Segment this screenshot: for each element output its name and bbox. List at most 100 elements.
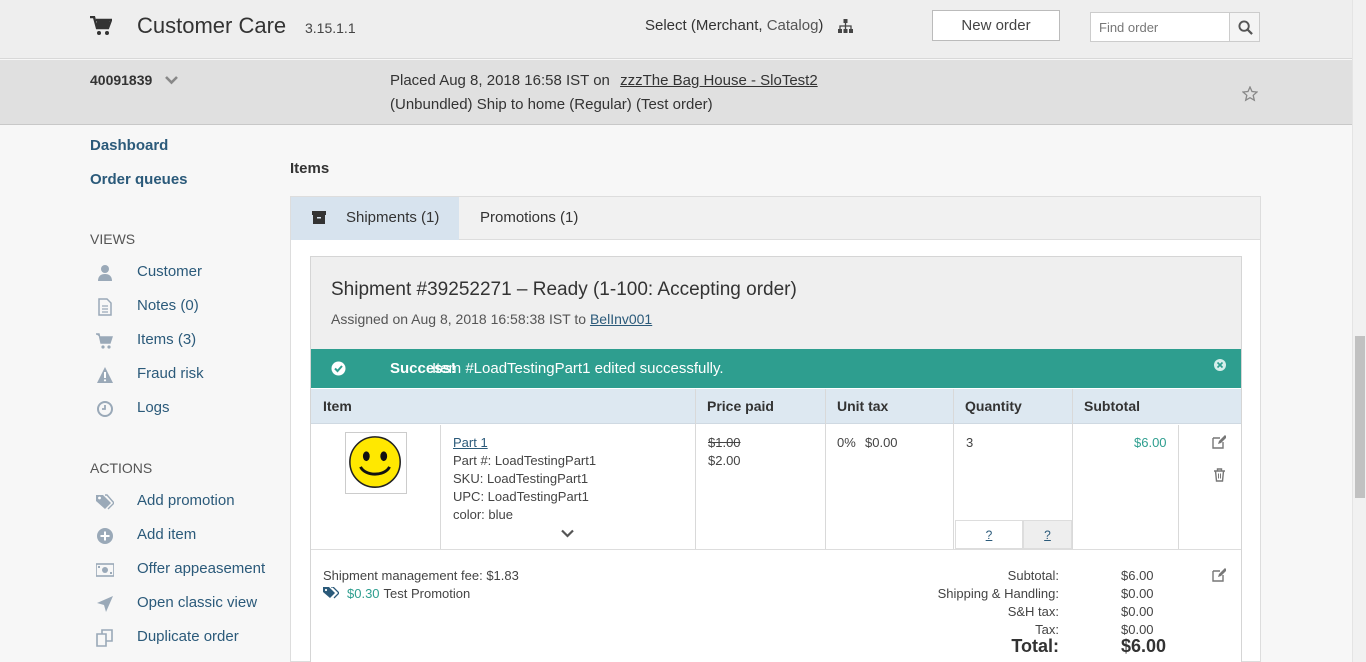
shipment-title: Shipment #39252271 – Ready (1-100: Accep… [331, 279, 797, 300]
find-order-button[interactable] [1229, 12, 1260, 42]
summary-tax: $0.00 [1121, 622, 1154, 637]
sidebar-item-items[interactable]: Items (3) [90, 330, 280, 352]
sidebar-item-label: Fraud risk [137, 365, 204, 382]
placed-text: Placed Aug 8, 2018 16:58 IST on [390, 72, 610, 89]
copy-icon [96, 629, 113, 647]
summary-total: $6.00 [1121, 636, 1167, 656]
star-icon[interactable] [1242, 86, 1258, 102]
select-catalog[interactable]: Catalog [767, 17, 819, 34]
assignee-link[interactable]: BelInv001 [590, 311, 652, 327]
chevron-down-icon[interactable] [561, 529, 574, 538]
placed-info: Placed Aug 8, 2018 16:58 IST on zzzThe B… [390, 72, 818, 89]
sidebar-order-queues[interactable]: Order queues [90, 171, 188, 188]
chevron-down-icon[interactable] [165, 75, 178, 85]
top-header: Customer Care 3.15.1.1 Select (Merchant,… [0, 0, 1352, 59]
unit-tax-amount: $0.00 [865, 435, 898, 450]
plus-circle-icon [97, 528, 113, 544]
applied-promotion: $0.30 Test Promotion [323, 586, 470, 601]
location-arrow-icon [97, 596, 113, 612]
tab-shipments[interactable]: Shipments (1) [291, 197, 459, 240]
sidebar-item-label: Notes (0) [137, 297, 199, 314]
tags-icon [323, 587, 339, 599]
sidebar-item-logs[interactable]: Logs [90, 398, 280, 420]
cart-icon [96, 333, 113, 349]
col-subtotal: Subtotal [1084, 398, 1140, 414]
sidebar-item-label: Items (3) [137, 331, 197, 348]
item-subtotal: $6.00 [1134, 435, 1167, 450]
sidebar-item-fraud-risk[interactable]: Fraud risk [90, 364, 280, 386]
close-icon[interactable] [1213, 358, 1227, 372]
sidebar-item-label: Add promotion [137, 492, 235, 509]
warning-icon [97, 367, 113, 383]
app-version: 3.15.1.1 [305, 20, 356, 36]
shipment-fee: Shipment management fee: $1.83 [323, 568, 519, 583]
promo-amount: $0.30 [347, 586, 380, 601]
tab-promotions[interactable]: Promotions (1) [480, 197, 578, 240]
items-table-header: Item Price paid Unit tax Quantity Subtot… [311, 389, 1241, 424]
shipment-card: Shipment #39252271 – Ready (1-100: Accep… [310, 256, 1242, 662]
sidebar-item-label: Logs [137, 399, 170, 416]
select-merchant-link[interactable]: Select (Merchant, Catalog) [645, 17, 823, 34]
summary-sh-tax-label: S&H tax: [1007, 604, 1059, 619]
order-header: 40091839 Placed Aug 8, 2018 16:58 IST on… [0, 60, 1352, 125]
tabs-row: Shipments (1) Promotions (1) [291, 197, 1260, 240]
sidebar-item-label: Open classic view [137, 594, 258, 611]
order-number[interactable]: 40091839 [90, 72, 152, 88]
edit-icon[interactable] [1212, 568, 1226, 582]
views-heading: VIEWS [90, 231, 136, 247]
promo-name: Test Promotion [383, 586, 471, 601]
new-order-button[interactable]: New order [932, 10, 1060, 41]
sidebar-action-duplicate-order[interactable]: Duplicate order [90, 627, 280, 649]
tab-label: Shipments (1) [346, 209, 440, 226]
sidebar-action-add-promotion[interactable]: Add promotion [90, 491, 280, 513]
item-thumbnail [345, 432, 407, 494]
sidebar-item-label: Offer appeasement [137, 560, 266, 577]
unit-tax-percent: 0% [837, 435, 856, 450]
sidebar-item-notes[interactable]: Notes (0) [90, 296, 280, 318]
qty-action-1[interactable]: ? [955, 520, 1023, 549]
sidebar-action-open-classic-view[interactable]: Open classic view [90, 593, 280, 615]
item-part-number: Part #: LoadTestingPart1 [453, 453, 597, 468]
sidebar-item-customer[interactable]: Customer [90, 262, 280, 284]
item-quantity: 3 [966, 435, 974, 450]
items-panel: Shipments (1) Promotions (1) Shipment #3… [290, 196, 1261, 662]
item-upc: UPC: LoadTestingPart1 [453, 489, 589, 504]
col-unit-tax: Unit tax [837, 398, 889, 414]
find-order-input[interactable] [1090, 12, 1230, 42]
app-title: Customer Care [137, 13, 287, 38]
sidebar-action-add-item[interactable]: Add item [90, 525, 280, 547]
item-sku: SKU: LoadTestingPart1 [453, 471, 589, 486]
sidebar-action-offer-appeasement[interactable]: Offer appeasement [90, 559, 280, 581]
assigned-prefix: Assigned on Aug 8, 2018 16:58:38 IST to [331, 311, 590, 327]
sitemap-icon[interactable] [838, 19, 853, 34]
summary-tax-label: Tax: [1035, 622, 1059, 637]
check-circle-icon [331, 361, 346, 376]
summary-total-label: Total: [1011, 636, 1059, 656]
sidebar-item-label: Duplicate order [137, 628, 239, 645]
page-scrollbar[interactable] [1352, 0, 1366, 662]
sidebar-dashboard[interactable]: Dashboard [90, 137, 168, 154]
clock-icon [97, 401, 113, 417]
archive-icon [312, 211, 326, 224]
shipment-summary: Shipment management fee: $1.83 $0.30 Test… [311, 551, 1241, 662]
search-icon [1238, 20, 1253, 35]
item-color: color: blue [453, 507, 513, 522]
money-icon [96, 563, 114, 577]
col-quantity: Quantity [965, 398, 1022, 414]
scrollbar-thumb[interactable] [1355, 336, 1365, 498]
qty-action-2[interactable]: ? [1023, 520, 1072, 549]
shipment-header: Shipment #39252271 – Ready (1-100: Accep… [311, 257, 1241, 349]
trash-icon[interactable] [1213, 468, 1226, 482]
summary-subtotal-label: Subtotal: [1007, 568, 1059, 583]
success-message: Item #LoadTestingPart1 edited successful… [432, 360, 724, 377]
items-title: Items [290, 160, 330, 177]
store-link[interactable]: zzzThe Bag House - SloTest2 [620, 72, 818, 89]
table-row: Part 1 Part #: LoadTestingPart1 SKU: Loa… [311, 425, 1241, 550]
sidebar-item-label: Add item [137, 526, 197, 543]
summary-subtotal: $6.00 [1121, 568, 1154, 583]
actions-heading: ACTIONS [90, 460, 153, 476]
cart-icon [90, 16, 112, 35]
select-suffix: ) [818, 17, 824, 34]
item-name-link[interactable]: Part 1 [453, 435, 488, 450]
edit-icon[interactable] [1212, 435, 1226, 449]
